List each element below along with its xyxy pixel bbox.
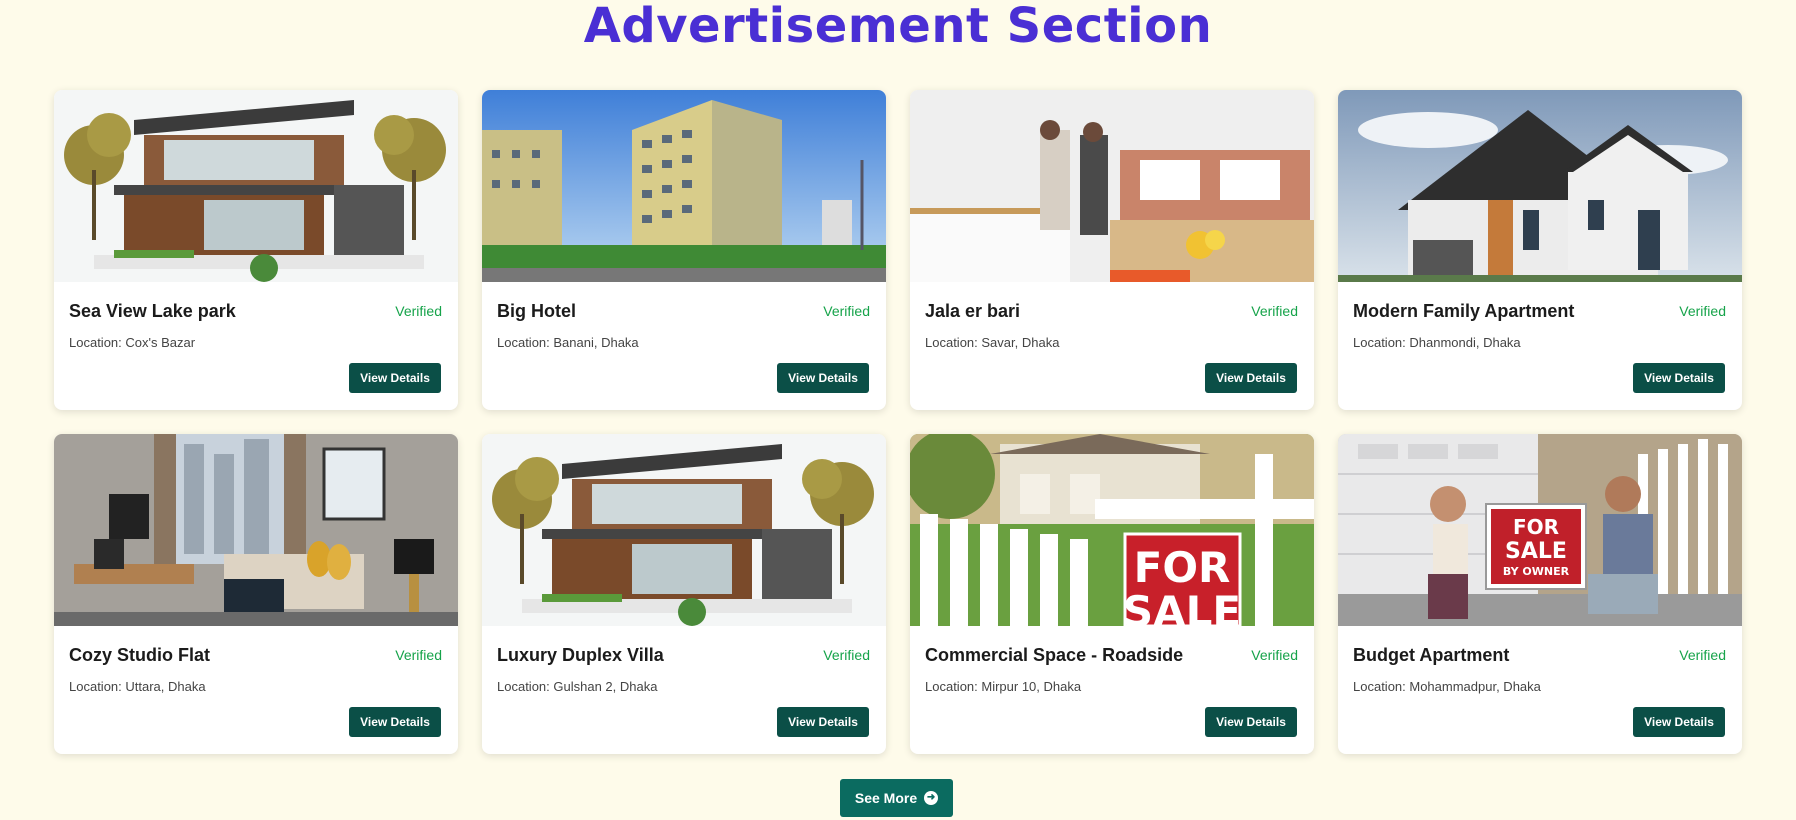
verified-badge: Verified <box>395 647 442 663</box>
card-location: Location: Savar, Dhaka <box>925 335 1060 350</box>
card-title: Budget Apartment <box>1353 645 1510 665</box>
card-location: Location: Uttara, Dhaka <box>69 679 206 694</box>
property-card: Luxury Duplex Villa Verified Location: G… <box>482 434 886 754</box>
card-title: Big Hotel <box>497 301 576 321</box>
property-card: Cozy Studio Flat Verified Location: Utta… <box>54 434 458 754</box>
see-more-button[interactable]: See More ➜ <box>840 779 953 817</box>
see-more-label: See More <box>854 790 918 806</box>
sign-for-text: FOR <box>1513 515 1559 539</box>
section-title: Advertisement Section <box>583 0 1213 54</box>
card-title: Commercial Space - Roadside <box>925 645 1184 665</box>
advertisement-grid: Sea View Lake park Verified Location: Co… <box>54 90 1742 754</box>
card-location: Location: Mirpur 10, Dhaka <box>925 679 1082 694</box>
verified-badge: Verified <box>1679 303 1726 319</box>
view-details-button[interactable]: View Details <box>1633 707 1725 737</box>
property-card: Modern Family Apartment Verified Locatio… <box>1338 90 1742 410</box>
view-details-button[interactable]: View Details <box>349 707 441 737</box>
sign-for-text: FOR <box>1134 543 1231 592</box>
verified-badge: Verified <box>823 303 870 319</box>
view-details-button[interactable]: View Details <box>777 363 869 393</box>
card-location: Location: Dhanmondi, Dhaka <box>1353 335 1521 350</box>
family-house-image[interactable] <box>1338 90 1742 282</box>
verified-badge: Verified <box>1679 647 1726 663</box>
property-card: FOR SALE BY OWNER Budget Apartment Verif… <box>1338 434 1742 754</box>
card-location: Location: Mohammadpur, Dhaka <box>1353 679 1541 694</box>
card-title: Luxury Duplex Villa <box>497 645 664 665</box>
verified-badge: Verified <box>1251 647 1298 663</box>
kitchen-people-image[interactable] <box>910 90 1314 282</box>
card-location: Location: Gulshan 2, Dhaka <box>497 679 658 694</box>
card-title: Modern Family Apartment <box>1353 301 1575 321</box>
living-room-image[interactable] <box>54 434 458 626</box>
property-card: FOR SALE Commercial Space - Roadside Ver… <box>910 434 1314 754</box>
couple-sale-sign-image[interactable]: FOR SALE BY OWNER <box>1338 434 1742 626</box>
arrow-right-circle-icon: ➜ <box>924 791 939 805</box>
card-location: Location: Banani, Dhaka <box>497 335 639 350</box>
verified-badge: Verified <box>823 647 870 663</box>
card-title: Jala er bari <box>925 301 1021 321</box>
apartment-building-image[interactable] <box>482 90 886 282</box>
sign-sale-text: SALE <box>1123 587 1241 626</box>
view-details-button[interactable]: View Details <box>349 363 441 393</box>
verified-badge: Verified <box>395 303 442 319</box>
property-card: Big Hotel Verified Location: Banani, Dha… <box>482 90 886 410</box>
sign-sale-text: SALE <box>1505 539 1567 564</box>
view-details-button[interactable]: View Details <box>1633 363 1725 393</box>
card-location: Location: Cox's Bazar <box>69 335 196 350</box>
view-details-button[interactable]: View Details <box>1205 707 1297 737</box>
modern-house-image[interactable] <box>54 90 458 282</box>
card-title: Cozy Studio Flat <box>69 645 210 665</box>
sign-by-owner-text: BY OWNER <box>1503 565 1570 578</box>
card-title: Sea View Lake park <box>69 301 236 321</box>
for-sale-sign-image[interactable]: FOR SALE <box>910 434 1314 626</box>
verified-badge: Verified <box>1251 303 1298 319</box>
view-details-button[interactable]: View Details <box>777 707 869 737</box>
modern-house-image[interactable] <box>482 434 886 626</box>
property-card: Jala er bari Verified Location: Savar, D… <box>910 90 1314 410</box>
property-card: Sea View Lake park Verified Location: Co… <box>54 90 458 410</box>
view-details-button[interactable]: View Details <box>1205 363 1297 393</box>
